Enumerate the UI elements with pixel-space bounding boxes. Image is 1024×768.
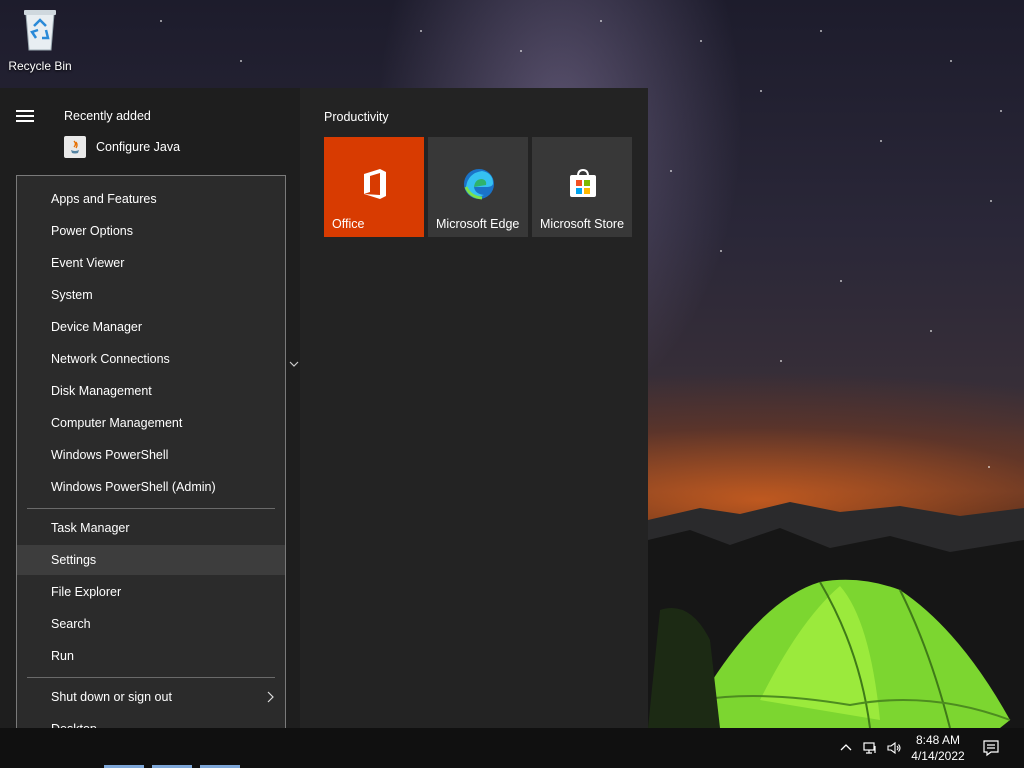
tile-label: Microsoft Store [540,217,625,231]
menu-item-network-connections[interactable]: Network Connections [17,344,285,374]
show-hidden-icons-chevron-up-icon[interactable] [838,740,854,756]
hamburger-menu-icon[interactable] [16,110,34,122]
tile-label: Office [332,217,365,231]
network-icon[interactable] [862,740,878,756]
menu-item-settings[interactable]: Settings [17,545,285,575]
recent-item-configure-java[interactable]: Configure Java [64,136,180,158]
java-icon [64,136,86,158]
menu-item-device-manager[interactable]: Device Manager [17,312,285,342]
system-clock[interactable]: 8:48 AM 4/14/2022 [906,732,970,764]
menu-item-windows-powershell-admin[interactable]: Windows PowerShell (Admin) [17,472,285,502]
menu-item-file-explorer[interactable]: File Explorer [17,577,285,607]
recently-added-heading: Recently added [64,109,151,123]
menu-item-power-options[interactable]: Power Options [17,216,285,246]
volume-icon[interactable] [886,740,902,756]
menu-item-search[interactable]: Search [17,609,285,639]
recycle-bin-icon [24,10,56,51]
tile-office[interactable]: Office [324,137,424,237]
taskbar: 8:48 AM 4/14/2022 [0,728,1024,768]
recycle-bin[interactable]: Recycle Bin [4,6,76,73]
menu-item-disk-management[interactable]: Disk Management [17,376,285,406]
menu-item-windows-powershell[interactable]: Windows PowerShell [17,440,285,470]
menu-item-system[interactable]: System [17,280,285,310]
tile-microsoft-store[interactable]: Microsoft Store [532,137,632,237]
tile-label: Microsoft Edge [436,217,520,231]
clock-time: 8:48 AM [915,733,961,747]
edge-icon [464,169,494,200]
menu-item-label: Shut down or sign out [51,690,172,704]
menu-item-shut-down-or-sign-out[interactable]: Shut down or sign out [17,682,285,712]
menu-item-computer-management[interactable]: Computer Management [17,408,285,438]
recycle-bin-label: Recycle Bin [8,59,72,73]
tiles-group-title: Productivity [324,110,389,124]
store-icon [570,168,596,197]
menu-item-apps-and-features[interactable]: Apps and Features [17,184,285,214]
clock-date: 4/14/2022 [911,749,965,763]
menu-separator [27,508,275,509]
menu-item-task-manager[interactable]: Task Manager [17,513,285,543]
chevron-right-icon [267,691,274,703]
recent-item-label: Configure Java [96,140,181,154]
action-center-icon[interactable] [982,739,1000,757]
tile-microsoft-edge[interactable]: Microsoft Edge [428,137,528,237]
menu-item-run[interactable]: Run [17,641,285,671]
menu-separator [27,677,275,678]
menu-item-event-viewer[interactable]: Event Viewer [17,248,285,278]
power-user-menu: Apps and Features Power Options Event Vi… [16,175,286,754]
chevron-down-icon[interactable] [288,358,300,370]
office-icon [364,169,386,199]
